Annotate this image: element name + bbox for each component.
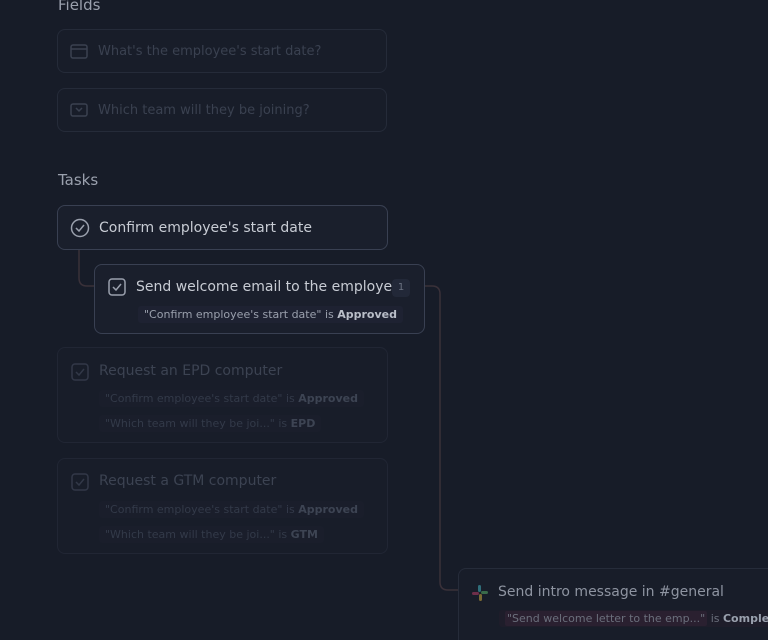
condition-op: is <box>278 417 288 430</box>
task-title: Send welcome email to the employee <box>136 279 401 295</box>
condition-value: Completed <box>722 612 768 625</box>
condition-op: is <box>285 392 295 405</box>
task-count-badge: 1 <box>392 279 410 297</box>
task-send-intro-message[interactable]: Send intro message in #general "Send wel… <box>458 568 768 640</box>
check-circle-icon <box>70 218 90 238</box>
task-request-epd-computer[interactable]: Request an EPD computer "Confirm employe… <box>57 347 388 443</box>
condition-op: is <box>285 503 295 516</box>
checkbox-icon <box>71 473 89 491</box>
condition-op: is <box>710 612 720 625</box>
condition-value: Approved <box>298 392 358 405</box>
condition-value: EPD <box>290 417 316 430</box>
condition-tag: "Send welcome letter to the emp..." is C… <box>499 610 768 627</box>
condition-tag: "Confirm employee's start date" is Appro… <box>138 306 403 323</box>
condition-field: "Which team will they be joi..." <box>105 417 275 430</box>
condition-field: "Send welcome letter to the emp..." <box>505 611 708 626</box>
task-request-gtm-computer[interactable]: Request a GTM computer "Confirm employee… <box>57 458 388 554</box>
task-title: Request an EPD computer <box>99 363 283 379</box>
condition-op: is <box>324 308 334 321</box>
task-confirm-start-date[interactable]: Confirm employee's start date <box>57 205 388 250</box>
condition-tag: "Confirm employee's start date" is Appro… <box>99 390 364 407</box>
condition-tag: "Which team will they be joi..." is EPD <box>99 415 322 432</box>
condition-field: "Which team will they be joi..." <box>105 528 275 541</box>
checkbox-icon <box>71 363 89 381</box>
condition-value: Approved <box>337 308 397 321</box>
condition-field: "Confirm employee's start date" <box>105 392 283 405</box>
checkbox-icon <box>108 278 126 296</box>
condition-value: GTM <box>290 528 318 541</box>
condition-op: is <box>278 528 288 541</box>
slack-icon <box>471 584 489 602</box>
task-title: Confirm employee's start date <box>99 219 312 236</box>
condition-tag: "Which team will they be joi..." is GTM <box>99 526 324 543</box>
task-send-welcome-email[interactable]: Send welcome email to the employee 1 "Co… <box>94 264 425 334</box>
condition-value: Approved <box>298 503 358 516</box>
task-title: Send intro message in #general <box>498 584 724 600</box>
condition-tag: "Confirm employee's start date" is Appro… <box>99 501 364 518</box>
task-title: Request a GTM computer <box>99 473 277 489</box>
condition-field: "Confirm employee's start date" <box>144 308 322 321</box>
condition-field: "Confirm employee's start date" <box>105 503 283 516</box>
